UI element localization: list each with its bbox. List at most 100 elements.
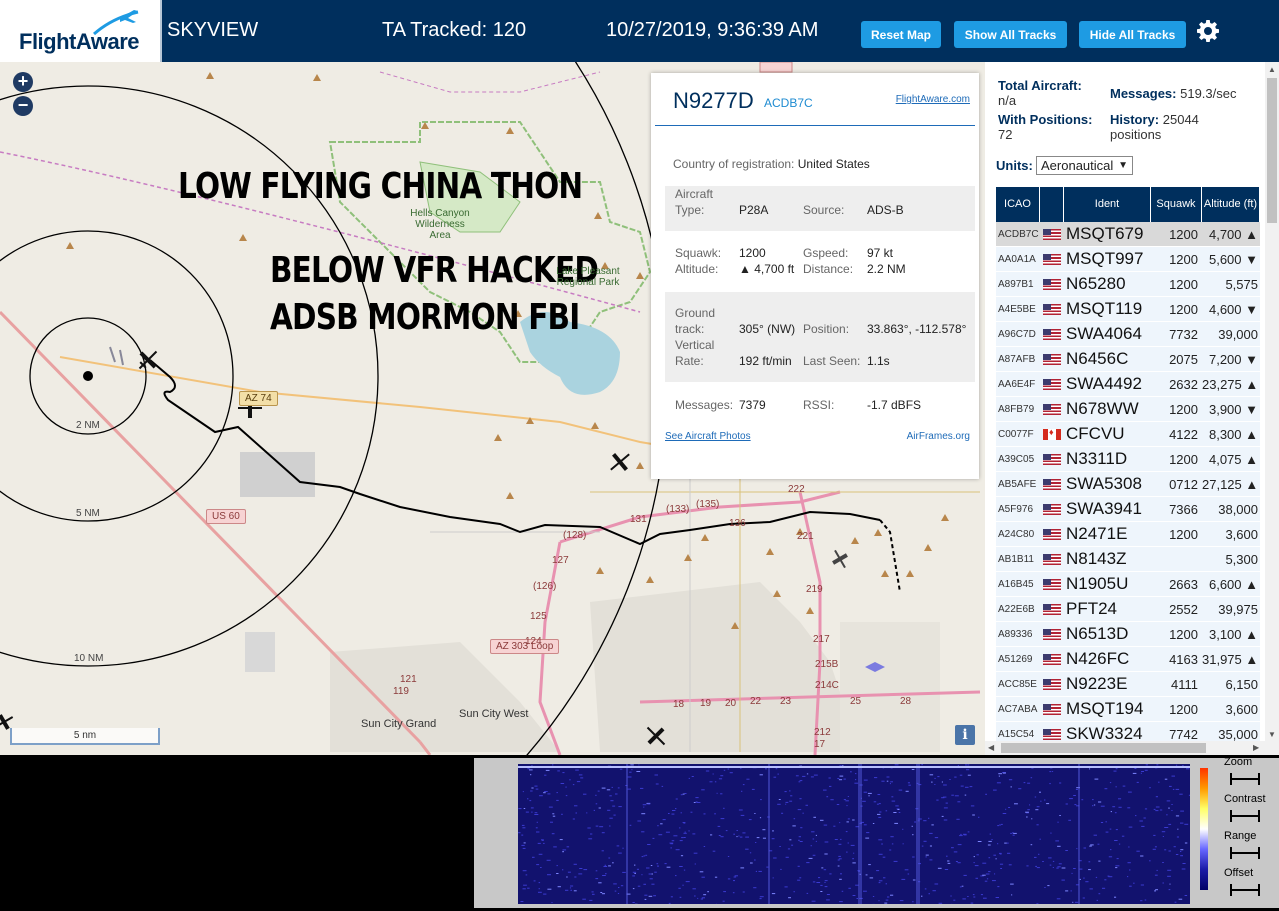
usa-flag-icon [1043,578,1061,590]
scroll-down-icon[interactable]: ▼ [1268,730,1276,739]
table-row[interactable]: AC7ABA MSQT194 1200 3,600 [996,697,1260,722]
chevron-down-icon: ▼ [1118,160,1128,171]
exit-number: 125 [530,611,547,622]
popup-hex-code: ACDB7C [764,96,813,110]
table-row[interactable]: ACC85E N9223E 4111 6,150 [996,672,1260,697]
flightaware-link[interactable]: FlightAware.com [896,94,970,105]
col-altitude[interactable]: Altitude (ft) [1202,187,1260,222]
altitude-cell: 5,600 ▼ [1208,251,1258,267]
exit-number: 127 [552,555,569,566]
history-stat: History: 25044 positions [1110,112,1199,142]
table-row[interactable]: AA0A1A MSQT997 1200 5,600 ▼ [996,247,1260,272]
table-row[interactable]: A89336 N6513D 1200 3,100 ▲ [996,622,1260,647]
altitude-cell: 4,075 ▲ [1208,451,1258,467]
scroll-left-icon[interactable]: ◀ [988,743,994,752]
zoom-out-button[interactable]: − [13,96,33,116]
flightaware-logo[interactable]: FlightAware [0,0,162,62]
scroll-up-icon[interactable]: ▲ [1268,65,1276,74]
usa-flag-icon [1043,603,1061,615]
popup-speed-band: Squawk: 1200 Gspeed: 97 kt Altitude: ▲ 4… [665,239,975,287]
logo-plane-icon [93,10,139,36]
skyview-app: FlightAware SKYVIEW TA Tracked: 120 10/2… [0,0,1279,911]
distance-value: 2.2 NM [867,262,906,276]
show-all-tracks-button[interactable]: Show All Tracks [954,21,1067,48]
table-row[interactable]: A8FB79 N678WW 1200 3,900 ▼ [996,397,1260,422]
country-label: Country of registration: [673,157,795,171]
table-row[interactable]: C0077F CFCVU 4122 8,300 ▲ [996,422,1260,447]
flag-cell [1040,478,1064,490]
distance-label: Distance: [803,262,854,276]
usa-flag-icon [1043,553,1061,565]
exit-number: 17 [814,739,826,750]
altitude-cell: 4,700 ▲ [1208,226,1258,242]
table-row[interactable]: A87AFB N6456C 2075 7,200 ▼ [996,347,1260,372]
horizontal-scrollbar[interactable]: ◀ ▶ [985,741,1265,755]
usa-flag-icon [1043,303,1061,315]
offset-slider[interactable] [1230,884,1260,896]
gear-icon[interactable] [1196,19,1220,43]
ident-cell: N8143Z [1066,549,1127,568]
table-row[interactable]: AA6E4F SWA4492 2632 23,275 ▲ [996,372,1260,397]
table-row[interactable]: A5F976 SWA3941 7366 38,000 [996,497,1260,522]
scroll-right-icon[interactable]: ▶ [1253,743,1259,752]
col-squawk[interactable]: Squawk [1151,187,1202,222]
zoom-slider[interactable] [1230,773,1260,785]
table-row[interactable]: A897B1 N65280 1200 5,575 [996,272,1260,297]
hide-all-tracks-button[interactable]: Hide All Tracks [1079,21,1186,48]
table-row[interactable]: A51269 N426FC 4163 31,975 ▲ [996,647,1260,672]
popup-registration: N9277D [673,88,754,113]
scrollbar-thumb[interactable] [1267,78,1277,223]
vertical-scrollbar[interactable]: ▲ ▼ [1265,62,1279,755]
exit-number: 221 [797,531,814,542]
city-label: Sun City Grand [361,718,437,730]
total-aircraft-stat: Total Aircraft: n/a [998,78,1082,108]
flag-cell [1040,503,1064,515]
usa-flag-icon [1043,678,1061,690]
position-value: 33.863°, -112.578° [867,322,967,336]
ident-cell: MSQT194 [1066,699,1144,718]
reset-map-button[interactable]: Reset Map [861,21,941,48]
table-row[interactable]: A24C80 N2471E 1200 3,600 [996,522,1260,547]
range-label: Range [1224,830,1257,842]
table-row[interactable]: A39C05 N3311D 1200 4,075 ▲ [996,447,1260,472]
table-row[interactable]: AB1B11 N8143Z 5,300 [996,547,1260,572]
aircraft-label: Aircraft [675,187,714,201]
gspeed-value: 97 kt [867,246,894,260]
aircraft-photos-link[interactable]: See Aircraft Photos [665,431,751,442]
col-icao[interactable]: ICAO [996,187,1040,222]
contrast-slider[interactable] [1230,810,1260,822]
range-slider[interactable] [1230,847,1260,859]
flag-cell [1040,578,1064,590]
squawk-value: 1200 [739,246,766,260]
squawk-cell: 2075 [1169,351,1198,367]
altitude-cell: 5,575 [1225,276,1258,292]
airframes-link[interactable]: AirFrames.org [907,431,970,442]
flag-cell [1040,703,1064,715]
altitude-cell: 3,900 ▼ [1208,401,1258,417]
table-row[interactable]: ACDB7C MSQT679 1200 4,700 ▲ [996,222,1260,247]
exit-number: 214C [815,680,839,691]
datetime-clock: 10/27/2019, 9:36:39 AM [606,19,819,41]
table-row[interactable]: A96C7D SWA4064 7732 39,000 [996,322,1260,347]
zoom-in-button[interactable]: + [13,72,33,92]
exit-number: 22 [750,696,762,707]
with-positions-label: With Positions: [998,112,1093,127]
exit-number: (126) [533,581,557,592]
table-row[interactable]: A22E6B PFT24 2552 39,975 [996,597,1260,622]
flag-cell [1040,278,1064,290]
exit-number: (133) [666,504,690,515]
col-flag[interactable] [1040,187,1064,222]
squawk-cell: 4122 [1169,426,1198,442]
units-select[interactable]: Aeronautical ▼ [1036,156,1133,175]
ident-cell: N678WW [1066,399,1139,418]
table-header: ICAO Ident Squawk Altitude (ft) [996,187,1260,222]
col-ident[interactable]: Ident [1064,187,1151,222]
squawk-cell: 1200 [1169,301,1198,317]
table-row[interactable]: AB5AFE SWA5308 0712 27,125 ▲ [996,472,1260,497]
hscrollbar-thumb[interactable] [1001,743,1206,753]
table-row[interactable]: A4E5BE MSQT119 1200 4,600 ▼ [996,297,1260,322]
map-info-button[interactable]: i [955,725,975,745]
rssi-value: -1.7 dBFS [867,398,922,412]
table-row[interactable]: A16B45 N1905U 2663 6,600 ▲ [996,572,1260,597]
icao-cell: A22E6B [998,603,1035,615]
